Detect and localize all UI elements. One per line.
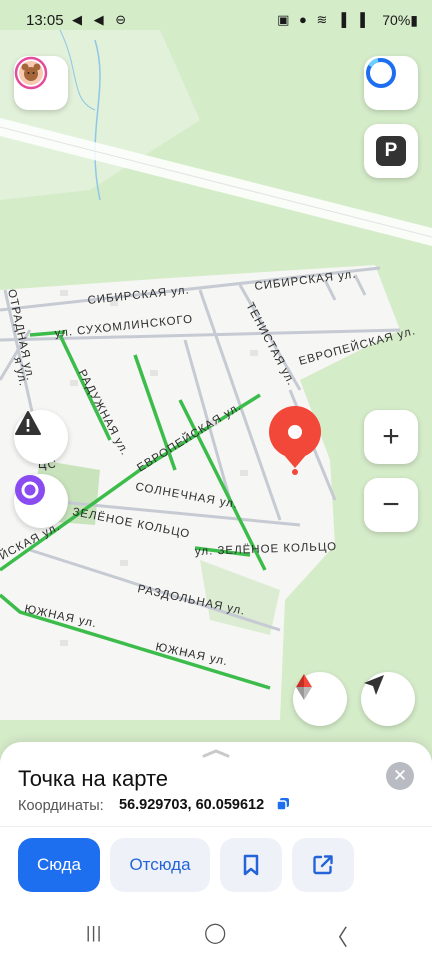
system-icons: ▣ ● ≋ ▐ ▐: [277, 12, 368, 27]
bookmark-button[interactable]: [220, 838, 282, 892]
my-location-button[interactable]: [361, 672, 415, 726]
close-icon: ✕: [392, 766, 408, 785]
close-button[interactable]: ✕: [386, 762, 414, 790]
chevron-up-icon[interactable]: [202, 748, 230, 758]
divider: [0, 826, 432, 827]
warning-icon: [15, 411, 41, 435]
back-icon[interactable]: 〈: [326, 920, 348, 952]
alice-assistant-button[interactable]: [364, 56, 418, 110]
notification-icons: ◀ ◀ ⊖: [72, 12, 131, 27]
alice-voice-button[interactable]: [14, 474, 68, 528]
compass-icon: [296, 674, 312, 700]
route-here-button[interactable]: Сюда: [18, 838, 100, 892]
zoom-in-button[interactable]: +: [364, 410, 418, 464]
alice-ring-icon: [366, 58, 396, 88]
status-time: 13:05: [26, 12, 64, 29]
map-view[interactable]: СИБИРСКАЯ ул. СИБИРСКАЯ ул. ул. СУХОМЛИН…: [0, 0, 432, 760]
system-navigation-bar: ||| ◯ 〈: [0, 910, 432, 960]
bear-avatar-icon: [14, 56, 48, 90]
minus-icon: −: [382, 488, 400, 521]
share-button[interactable]: [292, 838, 354, 892]
share-icon: [313, 855, 333, 875]
profile-avatar-button[interactable]: [14, 56, 68, 110]
parking-button[interactable]: P: [364, 124, 418, 178]
plus-icon: +: [382, 420, 400, 453]
parking-label: P: [384, 140, 398, 161]
battery-indicator: 70%▮: [382, 12, 418, 28]
coordinates-label: Координаты:: [18, 798, 104, 814]
navigation-arrow-icon: [364, 675, 384, 695]
recent-apps-icon[interactable]: |||: [86, 923, 102, 943]
home-icon[interactable]: ◯: [204, 920, 226, 945]
bookmark-icon: [243, 854, 259, 876]
route-here-label: Сюда: [36, 855, 82, 874]
route-from-label: Отсюда: [129, 855, 191, 874]
place-title: Точка на карте: [18, 766, 169, 791]
route-from-button[interactable]: Отсюда: [110, 838, 210, 892]
status-bar: 13:05 ◀ ◀ ⊖ ▣ ● ≋ ▐ ▐ 70%▮: [0, 0, 432, 40]
road-events-button[interactable]: [14, 410, 68, 464]
zoom-out-button[interactable]: −: [364, 478, 418, 532]
coordinates-value[interactable]: 56.929703, 60.059612: [119, 797, 264, 813]
copy-icon[interactable]: [276, 797, 290, 811]
alice-voice-icon: [15, 475, 45, 505]
compass-button[interactable]: [293, 672, 347, 726]
map-canvas: СИБИРСКАЯ ул. СИБИРСКАЯ ул. ул. СУХОМЛИН…: [0, 0, 432, 760]
parking-icon: P: [376, 136, 406, 166]
